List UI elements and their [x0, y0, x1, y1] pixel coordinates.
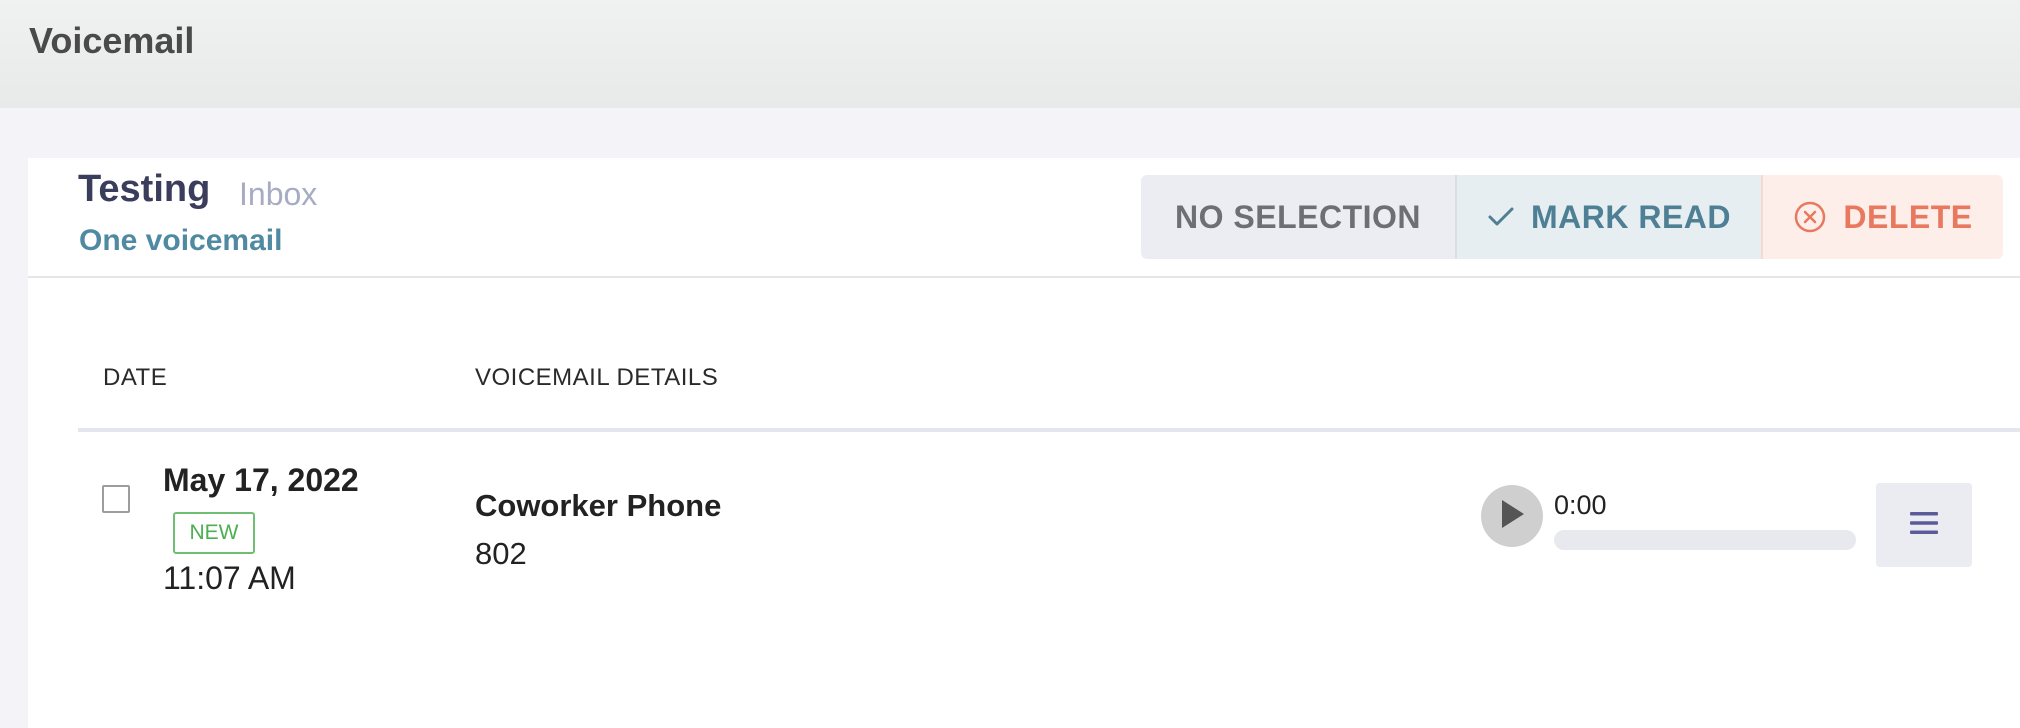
circle-x-icon [1793, 200, 1827, 234]
row-menu-button[interactable] [1876, 483, 1972, 567]
voicemail-panel: Testing Inbox One voicemail NO SELECTION… [28, 158, 2020, 728]
header-divider [78, 428, 2020, 432]
audio-progress-bar[interactable] [1554, 530, 1856, 550]
mailbox-name: Testing [78, 168, 211, 210]
no-selection-button[interactable]: NO SELECTION [1141, 175, 1455, 259]
play-button[interactable] [1481, 485, 1543, 547]
mailbox-folder: Inbox [239, 176, 318, 212]
column-header-details[interactable]: VOICEMAIL DETAILS [475, 364, 718, 392]
delete-label: DELETE [1843, 198, 1973, 235]
caller-extension: 802 [475, 536, 527, 571]
check-icon [1487, 205, 1515, 229]
voicemail-count: One voicemail [79, 224, 283, 257]
audio-elapsed-time: 0:00 [1554, 490, 1607, 520]
voicemail-date: May 17, 2022 [163, 462, 359, 498]
panel-header: Testing Inbox One voicemail NO SELECTION… [28, 158, 2020, 278]
page-header: Voicemail [0, 0, 2020, 108]
voicemail-time: 11:07 AM [163, 560, 296, 596]
mark-read-label: MARK READ [1530, 198, 1732, 235]
column-header-date[interactable]: DATE [103, 364, 167, 392]
row-select-checkbox[interactable] [102, 485, 130, 513]
hamburger-menu-icon [1908, 509, 1940, 542]
no-selection-label: NO SELECTION [1174, 198, 1421, 235]
bulk-actions: NO SELECTION MARK READ DELETE [1141, 175, 2003, 259]
play-icon [1497, 497, 1527, 536]
caller-name: Coworker Phone [475, 488, 722, 523]
page-title: Voicemail [29, 20, 195, 61]
delete-button[interactable]: DELETE [1761, 175, 2003, 259]
mark-read-button[interactable]: MARK READ [1455, 175, 1761, 259]
new-badge: NEW [173, 512, 255, 554]
